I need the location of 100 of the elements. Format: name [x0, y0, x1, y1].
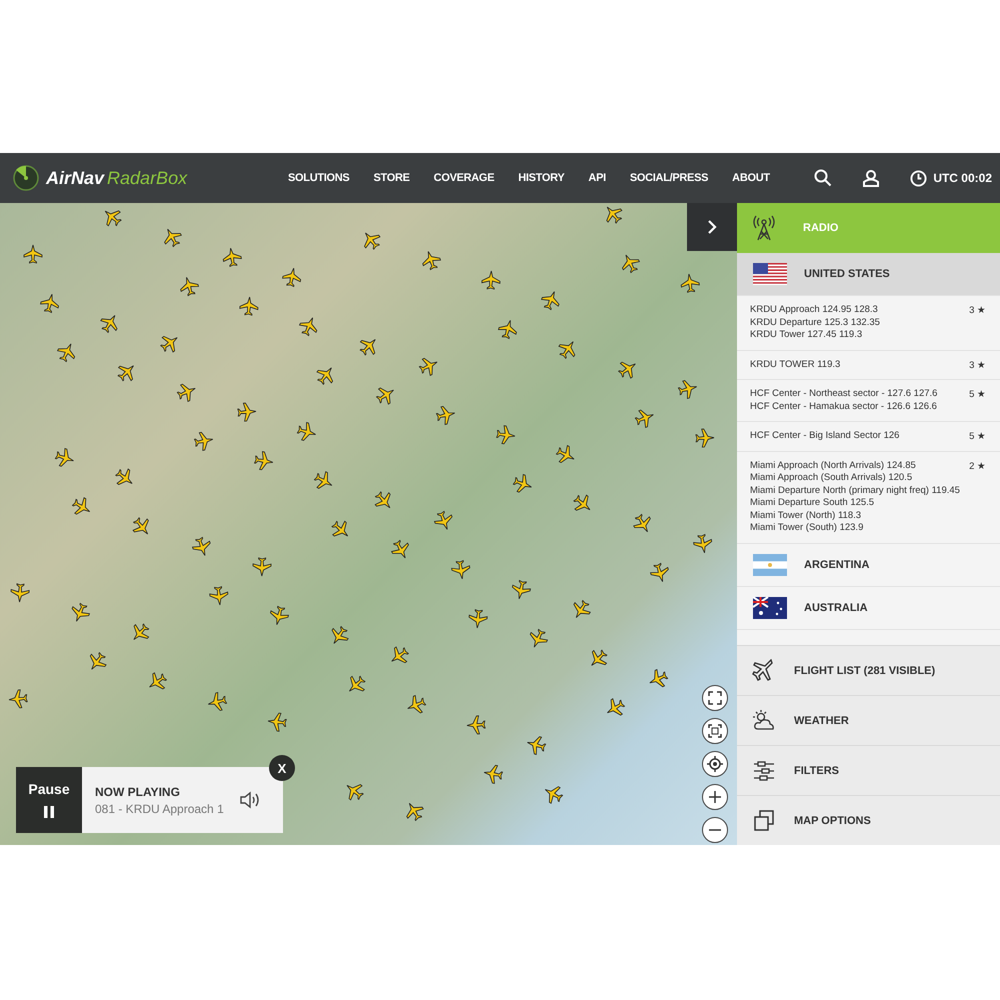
airplane-icon[interactable] — [133, 623, 150, 640]
expand-map-button[interactable] — [702, 718, 728, 744]
country-row[interactable]: ARGENTINA — [737, 544, 1000, 586]
airplane-icon[interactable] — [209, 586, 228, 606]
airplane-icon[interactable] — [180, 276, 199, 296]
airplane-icon[interactable] — [192, 536, 211, 556]
airplane-icon[interactable] — [496, 425, 516, 444]
airplane-icon[interactable] — [237, 402, 256, 422]
airplane-icon[interactable] — [406, 802, 424, 822]
airplane-icon[interactable] — [72, 602, 90, 622]
nav-link[interactable]: API — [588, 172, 606, 184]
menu-item[interactable]: FILTERS — [737, 745, 1000, 795]
airplane-icon[interactable] — [512, 580, 531, 600]
menu-item[interactable]: FLIGHT LIST (281 VISIBLE) — [737, 645, 1000, 695]
airplane-icon[interactable] — [54, 448, 74, 467]
station-row[interactable]: HCF Center - Northeast sector - 127.6 127.6 HCF Center - Hamakua sector - 126.6 126.6 5 ★ — [737, 380, 1000, 422]
airplane-icon[interactable] — [100, 315, 118, 334]
airplane-icon[interactable] — [391, 646, 409, 664]
airplane-icon[interactable] — [314, 471, 332, 489]
airplane-icon[interactable] — [208, 692, 228, 711]
airplane-icon[interactable] — [194, 432, 214, 451]
airplane-icon[interactable] — [484, 764, 504, 784]
station-row[interactable]: KRDU Approach 124.95 128.3 KRDU Departure 125.3 132.35 KRDU Tower 127.45 119.3 3 ★ — [737, 296, 1000, 350]
airplane-icon[interactable] — [481, 270, 500, 290]
airplane-icon[interactable] — [160, 336, 178, 353]
airplane-icon[interactable] — [556, 445, 574, 464]
airplane-icon[interactable] — [498, 320, 517, 340]
airplane-icon[interactable] — [72, 497, 90, 515]
fullscreen-button[interactable] — [702, 685, 728, 711]
airplane-icon[interactable] — [132, 517, 149, 534]
speaker-icon[interactable] — [239, 790, 261, 810]
airplane-icon[interactable] — [634, 410, 654, 428]
locate-button[interactable] — [702, 751, 728, 777]
nav-link[interactable]: ABOUT — [732, 172, 770, 184]
zoom-out-button[interactable] — [702, 817, 728, 843]
nav-link[interactable]: SOLUTIONS — [288, 172, 350, 184]
airplane-icon[interactable] — [149, 672, 168, 690]
airplane-icon[interactable] — [650, 562, 669, 582]
airplane-icon[interactable] — [296, 422, 316, 441]
airplane-icon[interactable] — [40, 294, 59, 314]
nav-link[interactable]: COVERAGE — [434, 172, 494, 184]
nav-link[interactable]: SOCIAL/PRESS — [630, 172, 708, 184]
airplane-icon[interactable] — [573, 494, 590, 511]
airplane-icon[interactable] — [252, 557, 272, 576]
airplane-icon[interactable] — [270, 606, 289, 626]
logo-text[interactable]: AirNav RadarBox — [46, 168, 188, 188]
airplane-icon[interactable] — [164, 228, 182, 248]
airplane-icon[interactable] — [316, 367, 334, 385]
airplane-icon[interactable] — [360, 339, 376, 356]
airplane-icon[interactable] — [407, 694, 426, 714]
airplane-icon[interactable] — [117, 365, 134, 382]
airplane-icon[interactable] — [649, 669, 668, 688]
airplane-icon[interactable] — [268, 712, 287, 732]
airplane-icon[interactable] — [10, 583, 30, 602]
airplane-icon[interactable] — [530, 628, 548, 648]
airplane-icon[interactable] — [622, 254, 640, 274]
airplane-icon[interactable] — [680, 274, 700, 293]
airplane-icon[interactable] — [678, 380, 698, 399]
airplane-icon[interactable] — [349, 676, 366, 692]
airplane-icon[interactable] — [346, 784, 364, 801]
map-picture[interactable]: Pause NOW PLAYING 081 - KRDU Approach 1 X — [0, 203, 737, 845]
airplane-icon[interactable] — [466, 715, 486, 734]
airplane-icon[interactable] — [633, 514, 651, 532]
airplane-icon[interactable] — [176, 384, 196, 402]
airplane-icon[interactable] — [527, 736, 546, 756]
pause-button[interactable]: Pause — [16, 767, 82, 833]
nav-link[interactable]: HISTORY — [518, 172, 564, 184]
country-row[interactable]: AUSTRALIA — [737, 586, 1000, 630]
airplane-icon[interactable] — [591, 650, 608, 666]
zoom-in-button[interactable] — [702, 784, 728, 810]
airplane-icon[interactable] — [376, 388, 394, 405]
airplane-icon[interactable] — [540, 291, 560, 310]
airplane-icon[interactable] — [434, 510, 452, 530]
airplane-icon[interactable] — [693, 534, 712, 554]
country-row[interactable]: UNITED STATES — [737, 253, 1000, 296]
airplane-icon[interactable] — [331, 520, 348, 536]
airplane-icon[interactable] — [558, 341, 576, 360]
airplane-icon[interactable] — [512, 474, 532, 493]
airplane-icon[interactable] — [298, 317, 318, 336]
airplane-icon[interactable] — [468, 609, 488, 628]
station-row[interactable]: HCF Center - Big Island Sector 126 5 ★ — [737, 422, 1000, 452]
airplane-icon[interactable] — [573, 600, 591, 618]
airplane-icon[interactable] — [104, 210, 122, 226]
airplane-icon[interactable] — [57, 344, 76, 362]
airplane-icon[interactable] — [282, 268, 302, 288]
airplane-icon[interactable] — [332, 626, 349, 644]
airplane-icon[interactable] — [222, 248, 242, 268]
airplane-icon[interactable] — [90, 652, 107, 670]
user-icon[interactable] — [862, 169, 880, 187]
airplane-icon[interactable] — [418, 358, 438, 376]
airplane-icon[interactable] — [254, 451, 274, 470]
airplane-icon[interactable] — [618, 362, 636, 379]
airplane-icon[interactable] — [8, 689, 28, 708]
station-row[interactable]: KRDU TOWER 119.3 3 ★ — [737, 350, 1000, 380]
menu-item[interactable]: WEATHER — [737, 695, 1000, 745]
airplane-icon[interactable] — [374, 491, 391, 508]
airplane-icon[interactable] — [451, 560, 470, 580]
airplane-icon[interactable] — [606, 698, 626, 716]
airplane-icon[interactable] — [239, 296, 258, 316]
search-icon[interactable] — [814, 169, 832, 187]
